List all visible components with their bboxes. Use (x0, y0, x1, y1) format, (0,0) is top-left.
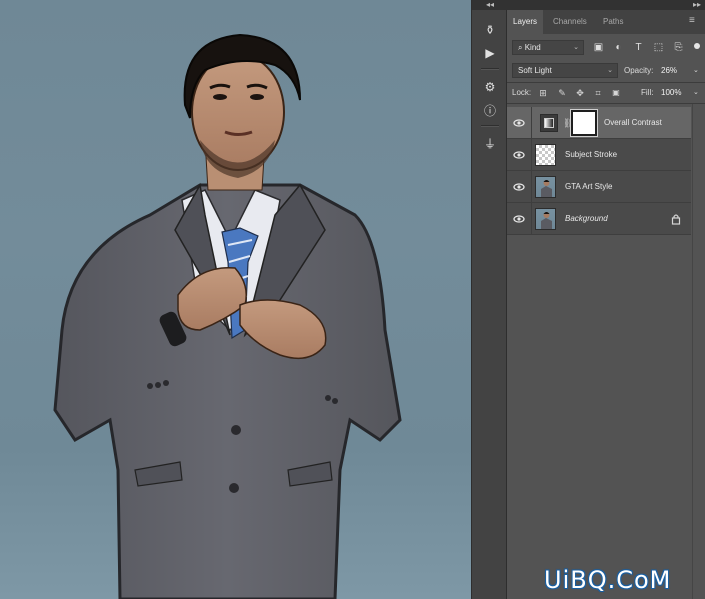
collapse-left-icon[interactable]: ◂◂ (486, 0, 494, 10)
smart-object-filter-icon[interactable]: ⎘ (672, 41, 685, 54)
fill-field[interactable]: 100% (661, 86, 681, 100)
opacity-field[interactable]: 26% (661, 64, 677, 78)
mask-link-icon[interactable]: ⛓ (563, 116, 574, 130)
layer-thumbnail[interactable] (535, 176, 556, 198)
opacity-label: Opacity: (624, 66, 654, 75)
collapse-right-icon[interactable]: ▸▸ (693, 0, 701, 10)
filter-kind-label: Kind (524, 43, 541, 52)
row-separator (531, 139, 532, 170)
channel-mixer-icon[interactable]: ⚙ (479, 77, 501, 97)
clone-source-icon[interactable]: ⏚ (479, 133, 501, 153)
fill-slider-chevron-icon[interactable]: ⌄ (693, 86, 699, 100)
collapsed-panels-strip: ◂◂ ⚱ ▶ ⚙ ⓘ ⏚ (471, 0, 508, 599)
panel-divider (507, 82, 705, 83)
layer-thumbnail[interactable] (535, 208, 556, 230)
row-separator (531, 107, 532, 138)
chevron-down-icon: ⌄ (573, 44, 579, 51)
layer-row-background[interactable]: Background (507, 203, 691, 235)
history-brush-icon[interactable]: ⚱ (479, 20, 501, 40)
lock-label: Lock: (512, 88, 532, 97)
layer-row-overall-contrast[interactable]: ⛓ Overall Contrast (507, 107, 691, 139)
layer-name: Background (565, 214, 608, 223)
panel-tabbar: Layers Channels Paths ≡ (507, 10, 705, 34)
strip-divider (481, 125, 499, 127)
visibility-eye-icon[interactable] (513, 213, 525, 225)
layer-lock-icon[interactable] (671, 213, 681, 225)
visibility-eye-icon[interactable] (513, 181, 525, 193)
lock-position-icon[interactable]: ✥ (574, 87, 586, 99)
watermark: UiBQ.CoM (544, 566, 672, 594)
row-separator (531, 203, 532, 234)
tab-channels[interactable]: Channels (547, 10, 593, 34)
photo-subject-in-suit (53, 33, 402, 599)
lock-all-icon[interactable]: ▣ (610, 87, 622, 99)
strip-header: ◂◂ (472, 0, 508, 10)
layer-row-subject-stroke[interactable]: Subject Stroke (507, 139, 691, 171)
blend-mode-value: Soft Light (518, 66, 552, 75)
type-filter-icon[interactable]: T (632, 41, 645, 54)
opacity-slider-chevron-icon[interactable]: ⌄ (693, 64, 699, 78)
shape-filter-icon[interactable]: ⬚ (652, 41, 665, 54)
gradient-map-adjustment-icon (540, 114, 558, 132)
filter-toggle-icon[interactable] (694, 43, 700, 49)
play-action-icon[interactable]: ▶ (479, 43, 501, 63)
layers-panel: ▸▸ Layers Channels Paths ≡ ⌕ Kind ⌄ ▣ ◐ … (507, 0, 705, 599)
visibility-eye-icon[interactable] (513, 117, 525, 129)
lock-transparent-icon[interactable]: ⊞ (537, 87, 549, 99)
blend-mode-dropdown[interactable]: Soft Light ⌄ (512, 63, 618, 78)
layer-name: Overall Contrast (604, 118, 662, 127)
visibility-eye-icon[interactable] (513, 149, 525, 161)
panel-menu-icon[interactable]: ≡ (689, 16, 699, 26)
chevron-down-icon: ⌄ (607, 67, 613, 74)
layer-row-gta-art-style[interactable]: GTA Art Style (507, 171, 691, 203)
layers-scrollbar[interactable] (692, 104, 705, 599)
photo-thumbnail-icon (541, 180, 552, 197)
panel-divider (507, 103, 705, 104)
row-separator (531, 171, 532, 202)
photo-thumbnail-icon (541, 212, 552, 229)
layer-name: Subject Stroke (565, 150, 618, 159)
fill-label: Fill: (641, 88, 654, 97)
document-canvas[interactable] (0, 0, 471, 599)
search-icon: ⌕ (518, 43, 523, 52)
tab-paths[interactable]: Paths (597, 10, 629, 34)
tab-layers[interactable]: Layers (507, 10, 544, 34)
filter-kind-dropdown[interactable]: ⌕ Kind ⌄ (512, 40, 584, 55)
lock-image-icon[interactable]: ✎ (556, 87, 568, 99)
lock-artboard-icon[interactable]: ⌗ (592, 87, 604, 99)
layer-mask-thumbnail[interactable] (570, 109, 598, 137)
adjustment-filter-icon[interactable]: ◐ (612, 41, 625, 54)
panel-header: ▸▸ (507, 0, 705, 10)
info-icon[interactable]: ⓘ (479, 100, 501, 120)
layer-name: GTA Art Style (565, 182, 613, 191)
image-filter-icon[interactable]: ▣ (592, 41, 605, 54)
layer-thumbnail[interactable] (535, 144, 556, 166)
strip-divider (481, 68, 499, 70)
